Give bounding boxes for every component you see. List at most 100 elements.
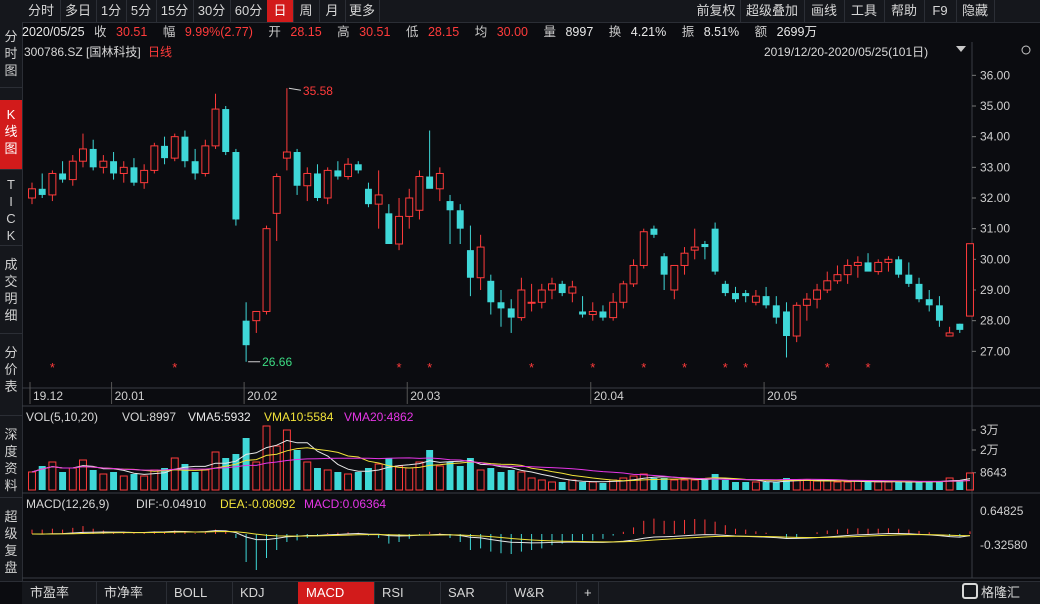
candle-body xyxy=(701,244,709,248)
candle-body xyxy=(282,151,291,159)
candle-body xyxy=(966,243,974,317)
event-star: * xyxy=(590,360,595,375)
candle-body xyxy=(588,310,597,316)
candle-body xyxy=(385,213,393,244)
volume-bar xyxy=(303,461,312,491)
volume-bar xyxy=(110,472,118,490)
kline-chart[interactable]: 300786.SZ [国林科技] 日线 2019/12/20-2020/05/25(… xyxy=(22,42,1040,581)
candle-body xyxy=(150,145,159,171)
candle-body xyxy=(211,108,220,147)
left-tab[interactable]: 分价表 xyxy=(0,338,22,416)
volume-bar xyxy=(670,479,679,491)
vol-legend-title: VOL(5,10,20) xyxy=(26,410,98,424)
period-button[interactable]: 多日 xyxy=(60,0,97,22)
left-tab[interactable]: 深度资料 xyxy=(0,420,22,498)
candle-body xyxy=(895,259,903,275)
candle-body xyxy=(751,295,760,303)
volume-bar xyxy=(28,471,36,491)
candle-body xyxy=(28,188,36,199)
candle-body xyxy=(629,264,638,285)
indicator-tab[interactable]: + xyxy=(576,582,599,604)
event-star: * xyxy=(825,360,830,375)
max-marker-arrow xyxy=(288,87,301,91)
toolbar-button[interactable]: 工具 xyxy=(844,0,885,22)
candle-body xyxy=(242,320,250,346)
period-button[interactable]: 周 xyxy=(293,0,320,22)
left-tab[interactable]: K线图 xyxy=(0,100,22,170)
candle-body xyxy=(711,228,719,272)
price-tick-label: 35.00 xyxy=(980,99,1010,113)
indicator-tab[interactable]: 市盈率 xyxy=(22,582,97,604)
volume-bar xyxy=(905,482,913,490)
indicator-tab[interactable]: RSI xyxy=(374,582,441,604)
indicator-tab[interactable]: SAR xyxy=(440,582,507,604)
left-tab[interactable]: 分时图 xyxy=(0,22,22,88)
period-button[interactable]: 日 xyxy=(267,0,294,22)
candle-body xyxy=(487,280,495,303)
min-marker-label: 26.66 xyxy=(262,355,292,369)
left-tab[interactable]: TICK xyxy=(0,170,22,246)
volume-bar xyxy=(446,462,454,490)
volume-bar xyxy=(354,472,362,490)
volume-bar xyxy=(405,467,414,491)
event-star: * xyxy=(743,360,748,375)
macd-legend-dif: DIF:-0.04910 xyxy=(136,497,206,511)
toolbar-button[interactable]: 隐藏 xyxy=(956,0,995,22)
volume-bar xyxy=(119,475,128,491)
settings-icon xyxy=(1021,45,1031,55)
volume-bar xyxy=(89,470,97,490)
left-tab-bar: 分时图 K线图TICK 成交明细分价表深度资料超级复盘 xyxy=(0,22,23,582)
toolbar-button[interactable]: F9 xyxy=(924,0,957,22)
period-button[interactable]: 30分 xyxy=(193,0,231,22)
volume-bar xyxy=(130,474,138,490)
volume-bar xyxy=(823,480,832,491)
candle-body xyxy=(905,274,913,284)
indicator-tab[interactable]: BOLL xyxy=(166,582,233,604)
date-range-text: 2019/12/20-2020/05/25(101日) xyxy=(764,45,928,59)
volume-bar xyxy=(374,463,383,491)
low-label: 低 xyxy=(405,25,419,39)
candle-body xyxy=(201,145,210,174)
period-button[interactable]: 1分 xyxy=(96,0,127,22)
toolbar-button[interactable]: 超级叠加 xyxy=(740,0,805,22)
candle-body xyxy=(945,332,954,337)
candle-body xyxy=(527,301,536,304)
volume-bar xyxy=(395,465,404,491)
volume-bar xyxy=(314,468,321,490)
price-tick-label: 33.00 xyxy=(980,160,1010,174)
toolbar-button[interactable]: 前复权 xyxy=(692,0,741,22)
toolbar-button[interactable]: 帮助 xyxy=(884,0,925,22)
volume-tick-label: 2万 xyxy=(980,443,999,457)
period-button[interactable]: 月 xyxy=(319,0,346,22)
volume-bar xyxy=(884,481,893,491)
price-tick-label: 32.00 xyxy=(980,191,1010,205)
indicator-tab[interactable]: MACD xyxy=(298,582,375,604)
volume-bar xyxy=(497,472,505,490)
price-tick-label: 28.00 xyxy=(980,314,1010,328)
indicator-tab[interactable]: KDJ xyxy=(232,582,299,604)
left-tab[interactable]: 超级复盘 xyxy=(0,502,22,582)
quote-date: 2020/05/25 xyxy=(22,25,85,39)
event-star: * xyxy=(641,360,646,375)
high-value: 30.51 xyxy=(359,25,391,39)
period-button[interactable]: 60分 xyxy=(230,0,268,22)
volume-bar xyxy=(690,479,699,491)
candle-body xyxy=(252,310,261,322)
volume-bar xyxy=(762,482,770,490)
candle-body xyxy=(864,262,872,272)
period-button[interactable]: 分时 xyxy=(22,0,61,22)
period-button[interactable]: 更多 xyxy=(345,0,380,22)
range-dropdown-icon xyxy=(956,46,966,52)
candle-body xyxy=(395,215,404,245)
left-tab[interactable]: 成交明细 xyxy=(0,250,22,334)
indicator-tab[interactable]: 市净率 xyxy=(96,582,167,604)
period-button[interactable]: 15分 xyxy=(156,0,194,22)
volume-bar xyxy=(385,458,393,490)
candle-body xyxy=(599,311,607,318)
indicator-tab[interactable]: W&R xyxy=(506,582,577,604)
period-button[interactable]: 5分 xyxy=(126,0,157,22)
volume-bar xyxy=(792,479,801,491)
toolbar-button[interactable]: 画线 xyxy=(804,0,845,22)
candle-body xyxy=(405,197,414,217)
volume-bar xyxy=(701,480,709,490)
